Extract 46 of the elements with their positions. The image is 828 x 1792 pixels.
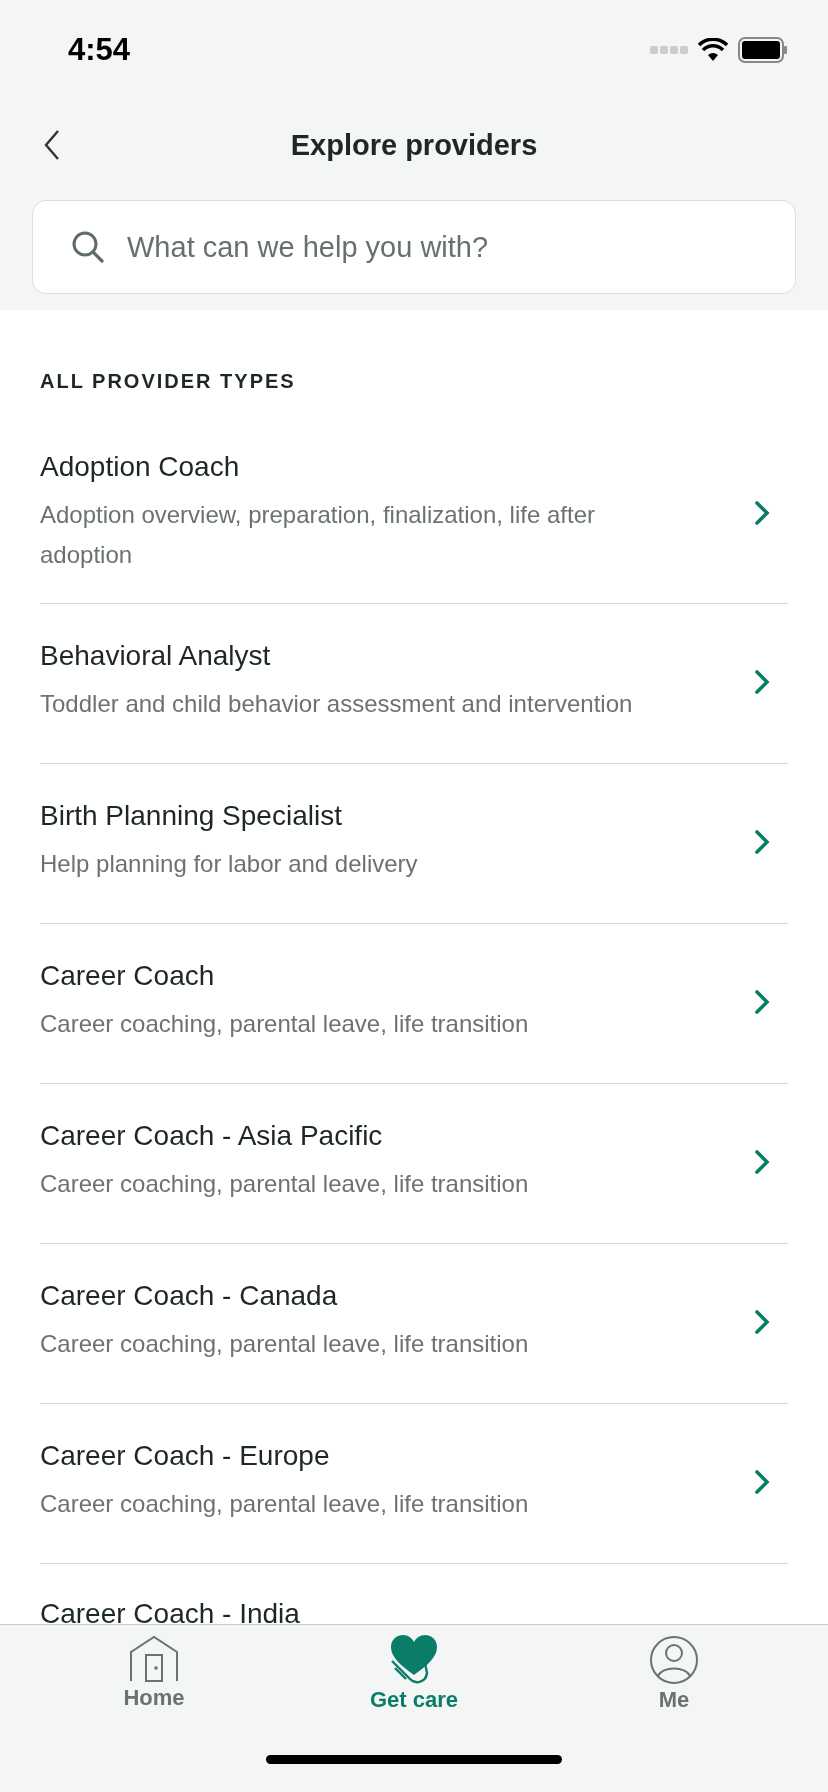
- provider-name: Career Coach - Canada: [40, 1279, 339, 1312]
- chevron-right-icon: [754, 988, 770, 1015]
- provider-name: Career Coach: [40, 959, 216, 992]
- search-icon: [71, 230, 105, 264]
- chevron-right-icon: [754, 668, 770, 695]
- provider-name: Birth Planning Specialist: [40, 799, 343, 832]
- wifi-icon: [698, 38, 728, 62]
- section-heading: ALL PROVIDER TYPES: [40, 370, 297, 393]
- status-time: 4:54: [68, 32, 131, 68]
- chevron-right-icon: [754, 828, 770, 855]
- chevron-right-icon: [754, 500, 770, 526]
- provider-row[interactable]: Career Coach - India: [40, 1564, 788, 1624]
- battery-icon: [738, 37, 788, 63]
- provider-name: Career Coach - Asia Pacific: [40, 1119, 384, 1152]
- tab-bar-item[interactable]: Home: [64, 1635, 244, 1713]
- provider-row[interactable]: Behavioral Analyst Toddler and child behavior assessment and intervention: [40, 604, 788, 764]
- tab-bar-item[interactable]: Get care: [324, 1635, 504, 1713]
- provider-name: Career Coach - Europe: [40, 1439, 331, 1472]
- page-title: Explore providers: [290, 128, 538, 162]
- provider-row[interactable]: Career Coach - Canada Career coaching, parental leave, life transition: [40, 1244, 788, 1404]
- chevron-right-icon: [754, 1308, 770, 1335]
- provider-row[interactable]: Career Coach - Europe Career coaching, parental leave, life transition: [40, 1404, 788, 1564]
- provider-description: Career coaching, parental leave, life transition: [40, 1488, 530, 1519]
- provider-row[interactable]: Career Coach - Asia Pacific Career coaching, parental leave, life transition: [40, 1084, 788, 1244]
- back-button[interactable]: [42, 129, 62, 161]
- tab-bar-item[interactable]: Me: [584, 1635, 764, 1713]
- provider-description: Toddler and child behavior assessment and intervention: [40, 688, 634, 719]
- provider-description: Career coaching, parental leave, life transition: [40, 1328, 530, 1359]
- provider-name: Behavioral Analyst: [40, 639, 272, 672]
- provider-description: Career coaching, parental leave, life transition: [40, 1168, 530, 1199]
- provider-description: Help planning for labor and delivery: [40, 848, 419, 879]
- search-field[interactable]: What can we help you with?: [32, 200, 796, 294]
- provider-name: Adoption Coach: [40, 451, 241, 483]
- provider-description: Career coaching, parental leave, life transition: [40, 1008, 530, 1039]
- house-icon: [128, 1635, 180, 1683]
- provider-row[interactable]: Birth Planning Specialist Help planning for labor and delivery: [40, 764, 788, 924]
- chevron-right-icon: [754, 1148, 770, 1175]
- heart-hand-icon: [390, 1635, 438, 1685]
- person-icon: [649, 1635, 699, 1685]
- search-input[interactable]: What can we help you with?: [125, 229, 759, 265]
- provider-row[interactable]: Adoption Coach Adoption overview, preparation, finalization, life after adoption: [40, 427, 788, 604]
- provider-row[interactable]: Career Coach Career coaching, parental leave, life transition: [40, 924, 788, 1084]
- provider-name: Career Coach - India: [40, 1598, 301, 1624]
- signal-icon: [650, 46, 688, 54]
- provider-description: Adoption overview, preparation, finalization, life after adoption: [40, 500, 596, 570]
- chevron-right-icon: [754, 1468, 770, 1495]
